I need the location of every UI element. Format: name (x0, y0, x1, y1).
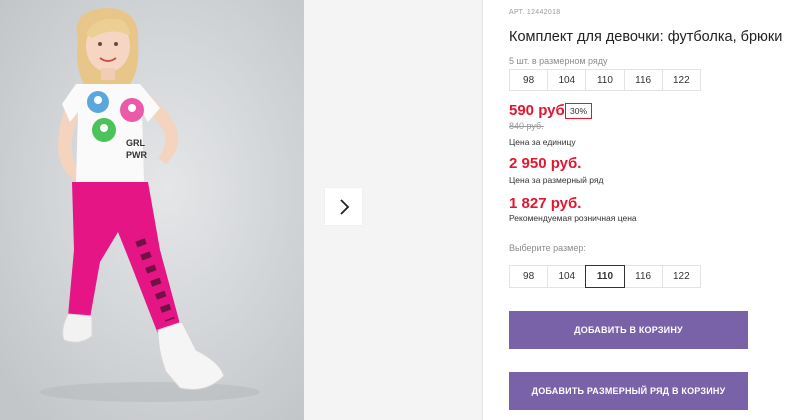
size-range-item: 122 (661, 69, 701, 91)
size-option-98[interactable]: 98 (509, 265, 549, 288)
chevron-right-icon (339, 198, 349, 215)
retail-price-caption: Рекомендуемая розничная цена (509, 213, 637, 223)
size-option-104[interactable]: 104 (547, 265, 587, 288)
next-image-button[interactable] (325, 188, 362, 225)
tshirt-print-grl: GRL (126, 138, 146, 148)
product-photo: GRL PWR (0, 0, 304, 420)
size-range-item: 116 (623, 69, 663, 91)
unit-price-caption: Цена за единицу (509, 137, 576, 147)
girl-in-pink-pants-image: GRL PWR (0, 0, 304, 420)
size-range-item: 110 (585, 69, 625, 91)
size-option-116[interactable]: 116 (623, 265, 663, 288)
gallery-divider (482, 0, 483, 420)
retail-price: 1 827 руб. (509, 195, 582, 212)
choose-size-label: Выберите размер: (509, 243, 586, 253)
add-size-range-to-cart-button[interactable]: ДОБАВИТЬ РАЗМЕРНЫЙ РЯД В КОРЗИНУ (509, 372, 748, 410)
size-range-list: 98 104 110 116 122 (509, 69, 701, 91)
discount-badge: 30% (565, 103, 593, 119)
size-selector: 98 104 110 116 122 (509, 265, 701, 288)
tshirt-print-pwr: PWR (126, 150, 147, 160)
range-price: 2 950 руб. (509, 155, 582, 172)
add-to-cart-button[interactable]: ДОБАВИТЬ В КОРЗИНУ (509, 311, 748, 349)
product-sku: АРТ. 12442018 (509, 9, 561, 16)
product-title: Комплект для девочки: футболка, брюки (509, 29, 783, 45)
old-price: 840 руб. (509, 121, 544, 131)
size-range-item: 104 (547, 69, 587, 91)
size-range-note: 5 шт. в размерном ряду (509, 56, 608, 66)
size-range-item: 98 (509, 69, 549, 91)
unit-price: 590 руб. (509, 102, 569, 119)
size-option-122[interactable]: 122 (661, 265, 701, 288)
range-price-caption: Цена за размерный ряд (509, 175, 604, 185)
size-option-110[interactable]: 110 (585, 265, 625, 288)
